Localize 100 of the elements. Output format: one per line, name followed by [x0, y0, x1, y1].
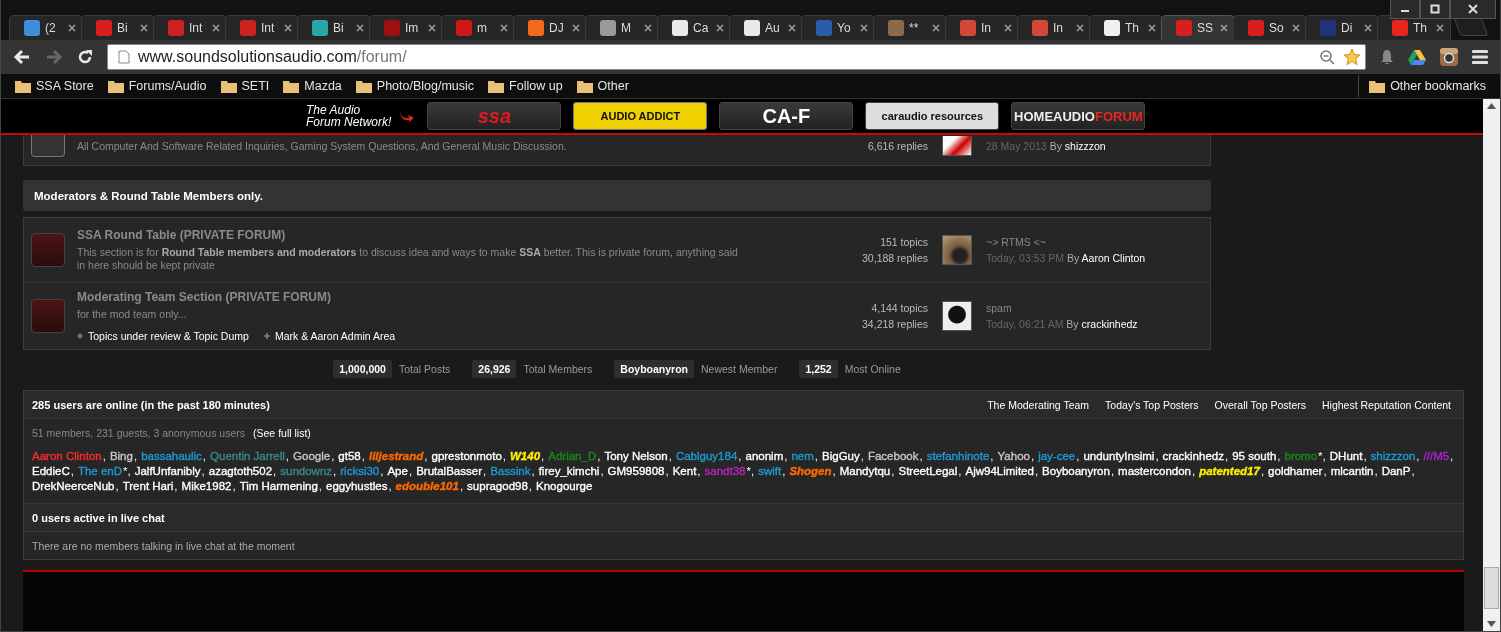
user-link[interactable]: W140 — [510, 449, 541, 463]
user-link[interactable]: swift — [758, 464, 782, 478]
zoom-icon[interactable] — [1319, 49, 1335, 65]
back-icon[interactable] — [13, 49, 31, 65]
forum-title-link[interactable]: Moderating Team Section (PRIVATE FORUM) — [77, 290, 746, 304]
close-icon[interactable] — [212, 24, 220, 32]
site-logo-link[interactable]: CA-F — [719, 102, 854, 130]
close-icon[interactable] — [788, 24, 796, 32]
close-icon[interactable] — [1364, 24, 1372, 32]
browser-tab[interactable]: Di — [1305, 15, 1379, 40]
user-link[interactable]: Quentin Jarrell — [210, 449, 285, 463]
site-logo-link[interactable]: AUDIO ADDICT — [573, 102, 708, 130]
bookmark-folder[interactable]: Other bookmarks — [1365, 77, 1490, 95]
user-link[interactable]: shizzzon — [1370, 449, 1416, 463]
browser-tab[interactable]: Bi — [81, 15, 155, 40]
user-link[interactable]: Tim Harmening — [239, 479, 318, 493]
user-link[interactable]: DHunt — [1329, 449, 1363, 463]
avatar[interactable] — [942, 301, 972, 331]
browser-tab[interactable]: In — [1017, 15, 1091, 40]
browser-tab[interactable]: Yo — [801, 15, 875, 40]
address-bar[interactable]: www.soundsolutionsaudio.com/forum/ — [107, 44, 1366, 70]
scroll-up-icon[interactable] — [1487, 103, 1496, 109]
user-link[interactable]: The enD — [77, 464, 123, 478]
browser-tab[interactable]: SS — [1161, 15, 1235, 40]
browser-tab[interactable]: Int — [153, 15, 227, 40]
user-link[interactable]: firey_kimchi — [538, 464, 600, 478]
browser-tab[interactable]: Au — [729, 15, 803, 40]
bookmark-folder[interactable]: SETI — [216, 77, 274, 95]
bookmark-folder[interactable]: Forums/Audio — [103, 77, 211, 95]
bookmark-folder[interactable]: Mazda — [279, 77, 346, 95]
user-link[interactable]: JalfUnfanibly — [134, 464, 201, 478]
user-link[interactable]: ricksi30 — [340, 464, 380, 478]
user-link[interactable]: Google — [293, 449, 331, 463]
user-link[interactable]: bassahaulic — [141, 449, 202, 463]
user-link[interactable]: bromo — [1284, 449, 1318, 463]
close-icon[interactable] — [1004, 24, 1012, 32]
browser-tab[interactable]: In — [945, 15, 1019, 40]
user-link[interactable]: Facebook — [867, 449, 919, 463]
close-icon[interactable] — [1292, 24, 1300, 32]
user-link[interactable]: Ajw94Limited — [965, 464, 1034, 478]
user-link[interactable]: mastercondon — [1118, 464, 1191, 478]
user-link[interactable]: Knogourge — [536, 479, 593, 493]
user-link[interactable]: Ape — [387, 464, 408, 478]
user-link[interactable]: Mandytqu — [839, 464, 891, 478]
forum-title-link[interactable]: SSA Round Table (PRIVATE FORUM) — [77, 228, 746, 242]
user-link[interactable]: jay-cee — [1038, 449, 1076, 463]
subforum-link[interactable]: Topics under review & Topic Dump — [88, 330, 249, 342]
close-button[interactable] — [1450, 0, 1496, 19]
user-link[interactable]: BigGuy — [822, 449, 860, 463]
bookmark-folder[interactable]: Photo/Blog/music — [351, 77, 479, 95]
user-link[interactable]: Kent — [672, 464, 697, 478]
user-link[interactable]: gt58 — [338, 449, 361, 463]
user-link[interactable]: BrutalBasser — [416, 464, 482, 478]
maximize-button[interactable] — [1420, 0, 1450, 19]
site-logo-link[interactable]: HOMEAUDIOFORUM — [1011, 102, 1146, 130]
user-link[interactable]: liljestrand — [368, 449, 424, 463]
close-icon[interactable] — [1148, 24, 1156, 32]
user-link[interactable]: edouble101 — [395, 479, 459, 493]
user-link[interactable]: patented17 — [1199, 464, 1260, 478]
browser-tab[interactable]: So — [1233, 15, 1307, 40]
close-icon[interactable] — [716, 24, 724, 32]
close-icon[interactable] — [932, 24, 940, 32]
close-icon[interactable] — [860, 24, 868, 32]
camera-icon[interactable] — [1440, 48, 1458, 66]
user-link[interactable]: DrekNeerceNub — [32, 479, 115, 493]
drive-icon[interactable] — [1408, 49, 1426, 65]
user-link[interactable]: Mike1982 — [181, 479, 232, 493]
author-link[interactable]: shizzzon — [1064, 140, 1106, 152]
site-logo-link[interactable]: caraudio resources — [865, 102, 1000, 130]
subforum-link[interactable]: Mark & Aaron Admin Area — [274, 330, 396, 342]
user-link[interactable]: unduntyInsimi — [1083, 449, 1155, 463]
online-link[interactable]: Highest Reputation Content — [1322, 398, 1451, 411]
close-icon[interactable] — [500, 24, 508, 32]
user-link[interactable]: azagtoth502 — [208, 464, 273, 478]
user-link[interactable]: GM959808 — [607, 464, 665, 478]
online-link[interactable]: The Moderating Team — [987, 398, 1090, 411]
user-link[interactable]: StreetLegal — [898, 464, 958, 478]
close-icon[interactable] — [68, 24, 76, 32]
browser-tab[interactable]: m — [441, 15, 515, 40]
user-link[interactable]: Shogen — [789, 464, 832, 478]
user-link[interactable]: gprestonmoto — [431, 449, 502, 463]
close-icon[interactable] — [644, 24, 652, 32]
browser-tab[interactable]: Int — [225, 15, 299, 40]
user-link[interactable]: stefanhinote — [926, 449, 990, 463]
scroll-thumb[interactable] — [1484, 567, 1499, 609]
close-icon[interactable] — [1076, 24, 1084, 32]
author-link[interactable]: Aaron Clinton — [1081, 252, 1146, 264]
user-link[interactable]: Yahoo — [997, 449, 1030, 463]
user-link[interactable]: sundownz — [280, 464, 333, 478]
user-link[interactable]: Trent Hari — [122, 479, 174, 493]
user-link[interactable]: Aaron Clinton — [32, 449, 102, 463]
bookmark-folder[interactable]: SSA Store — [11, 77, 98, 95]
user-link[interactable]: crackinhedz — [1162, 449, 1224, 463]
bell-icon[interactable] — [1380, 49, 1394, 65]
browser-tab[interactable]: (2 — [9, 15, 83, 40]
user-link[interactable]: Bing — [109, 449, 133, 463]
minimize-button[interactable] — [1390, 0, 1420, 19]
close-icon[interactable] — [356, 24, 364, 32]
close-icon[interactable] — [572, 24, 580, 32]
bookmark-folder[interactable]: Follow up — [484, 77, 567, 95]
